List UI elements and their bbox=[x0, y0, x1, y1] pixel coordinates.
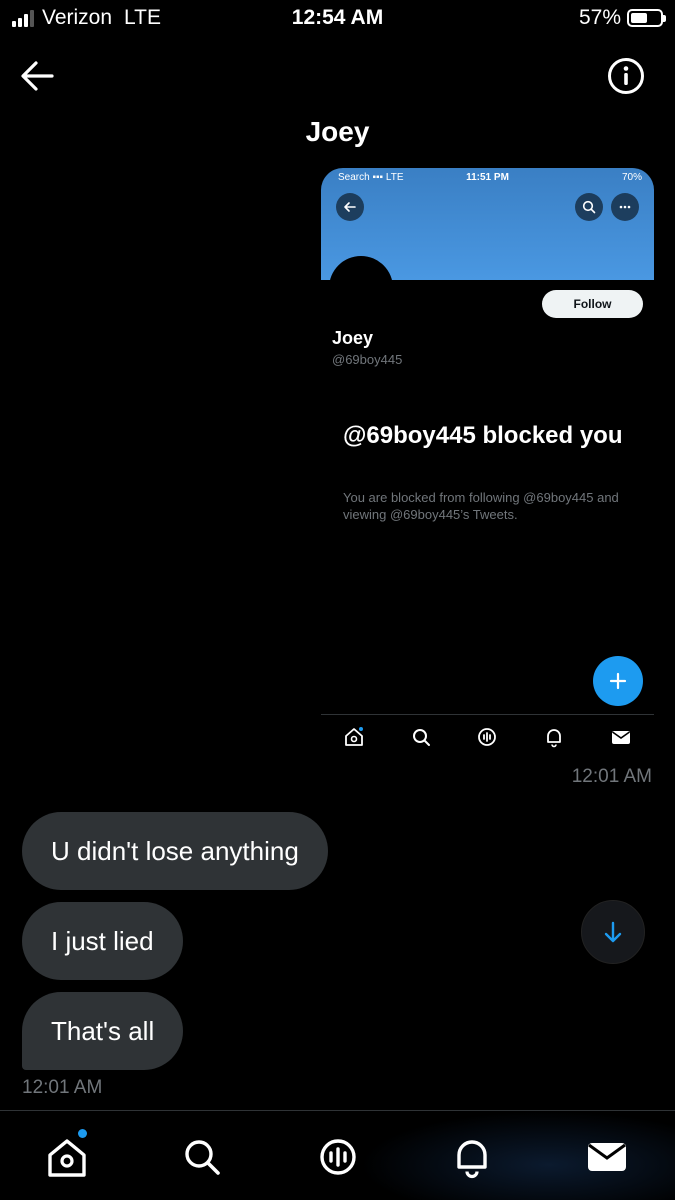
screenshot-status-time: 11:51 PM bbox=[466, 172, 509, 183]
shared-screenshot-image[interactable]: Search ▪▪▪ LTE 11:51 PM 70% Follow Joey … bbox=[321, 168, 654, 758]
screenshot-more-button bbox=[611, 193, 639, 221]
arrow-left-icon bbox=[344, 202, 356, 212]
compose-fab bbox=[593, 656, 643, 706]
notifications-icon bbox=[543, 726, 565, 748]
nav-home[interactable] bbox=[45, 1129, 89, 1179]
nav-spaces[interactable] bbox=[316, 1135, 360, 1179]
nav-notifications[interactable] bbox=[450, 1135, 494, 1179]
battery-icon bbox=[627, 9, 666, 27]
home-unread-dot bbox=[78, 1129, 87, 1138]
profile-handle: @69boy445 bbox=[332, 352, 403, 367]
screenshot-search-button bbox=[575, 193, 603, 221]
status-bar: Verizon LTE 12:54 AM 57% bbox=[0, 0, 675, 38]
plus-icon bbox=[609, 672, 627, 690]
follow-button: Follow bbox=[542, 290, 643, 318]
profile-avatar bbox=[329, 256, 393, 320]
info-icon bbox=[608, 58, 644, 94]
spaces-icon bbox=[476, 726, 498, 748]
spaces-icon bbox=[320, 1139, 356, 1175]
more-icon bbox=[619, 205, 631, 209]
profile-name: Joey bbox=[332, 328, 374, 348]
status-time: 12:54 AM bbox=[291, 6, 384, 29]
blocked-description: You are blocked from following @69boy445… bbox=[343, 490, 619, 522]
screenshot-back-button bbox=[336, 193, 364, 221]
conversation-title: Joey bbox=[305, 116, 370, 147]
messages-icon bbox=[610, 726, 632, 748]
notifications-icon bbox=[457, 1140, 487, 1179]
home-icon bbox=[343, 726, 365, 748]
blocked-title: @69boy445 blocked you bbox=[343, 422, 623, 449]
back-button[interactable] bbox=[18, 58, 58, 94]
screenshot-status-battery: 70% bbox=[621, 172, 642, 183]
screenshot-bottom-nav bbox=[321, 714, 654, 758]
scroll-to-bottom-button[interactable] bbox=[581, 900, 645, 964]
messages-icon bbox=[588, 1143, 626, 1171]
bottom-nav bbox=[0, 1110, 675, 1200]
search-icon bbox=[582, 200, 596, 214]
received-timestamp: 12:01 AM bbox=[22, 1077, 103, 1098]
battery-percent: 57% bbox=[578, 6, 621, 29]
nav-search[interactable] bbox=[180, 1135, 224, 1179]
arrow-left-icon bbox=[21, 61, 54, 91]
status-right: 57% bbox=[578, 6, 666, 30]
sent-timestamp: 12:01 AM bbox=[571, 766, 652, 787]
message-bubble[interactable]: That's all bbox=[22, 992, 184, 1070]
info-button[interactable] bbox=[607, 57, 645, 95]
message-bubble[interactable]: I just lied bbox=[22, 902, 183, 980]
nav-messages[interactable] bbox=[585, 1135, 629, 1179]
home-icon bbox=[48, 1139, 86, 1177]
search-icon bbox=[185, 1140, 220, 1175]
arrow-down-icon bbox=[604, 921, 622, 943]
search-icon bbox=[410, 726, 432, 748]
message-bubble[interactable]: U didn't lose anything bbox=[22, 812, 328, 890]
